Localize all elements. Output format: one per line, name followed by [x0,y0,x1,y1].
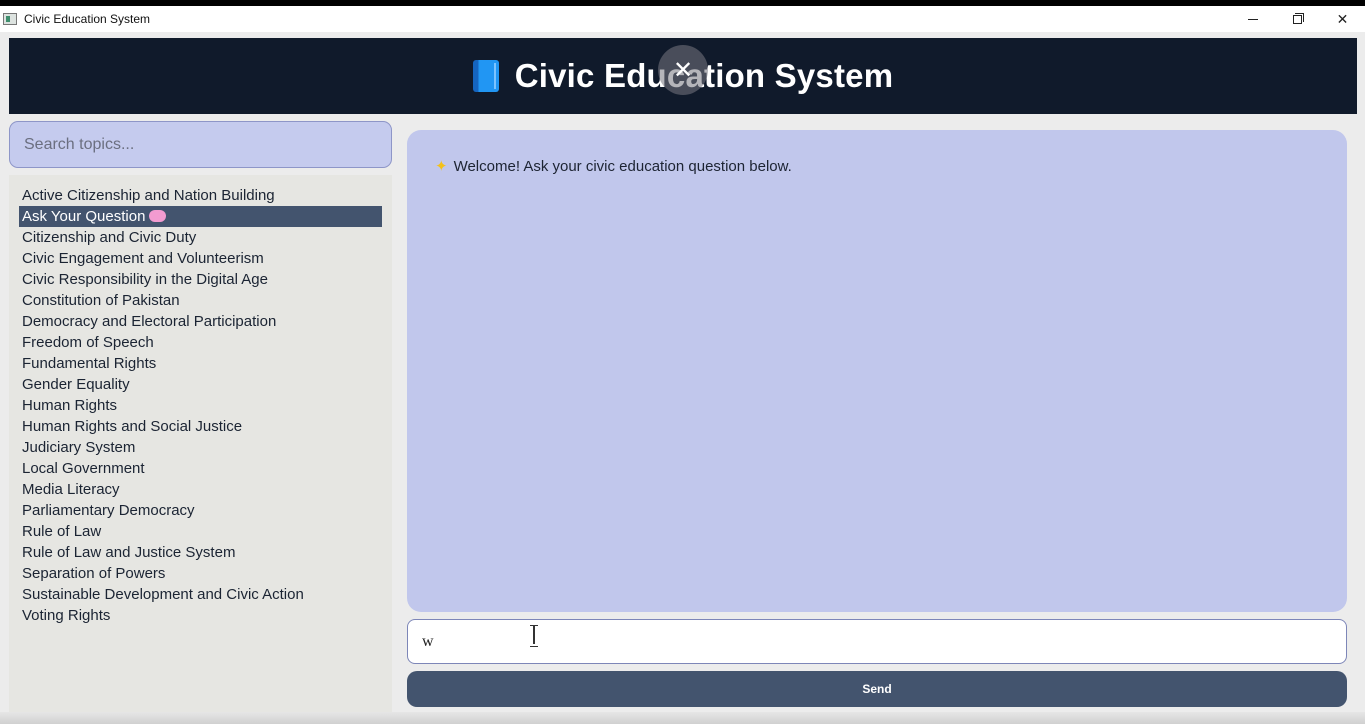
search-input[interactable] [9,121,392,168]
topic-item[interactable]: Rule of Law [19,521,382,542]
topic-label: Civic Responsibility in the Digital Age [22,271,268,288]
topic-item[interactable]: Citizenship and Civic Duty [19,227,382,248]
topic-item[interactable]: Civic Engagement and Volunteerism [19,248,382,269]
minimize-icon [1247,18,1258,20]
topic-label: Fundamental Rights [22,355,157,372]
topic-item[interactable]: Rule of Law and Justice System [19,542,382,563]
text-cursor-icon [529,625,539,647]
topic-item[interactable]: Fundamental Rights [19,353,382,374]
topic-item[interactable]: Human Rights [19,395,382,416]
welcome-text: Welcome! Ask your civic education questi… [453,157,792,175]
topic-label: Media Literacy [22,481,120,498]
topic-label: Rule of Law [22,523,102,540]
welcome-message: ✦ Welcome! Ask your civic education ques… [435,157,792,176]
window-bottom-edge [0,712,1365,724]
topic-label: Judiciary System [22,439,136,456]
topic-label: Human Rights and Social Justice [22,418,243,435]
topic-label: Local Government [22,460,145,477]
send-button[interactable]: Send [407,671,1347,707]
topic-label: Voting Rights [22,607,111,624]
topic-label: Ask Your Question [22,208,146,225]
topic-label: Gender Equality [22,376,130,393]
topic-label: Citizenship and Civic Duty [22,229,197,246]
window-controls: ✕ [1230,6,1365,32]
restore-icon [1293,12,1304,24]
topic-item[interactable]: Democracy and Electoral Participation [19,311,382,332]
topic-item[interactable]: Civic Responsibility in the Digital Age [19,269,382,290]
topic-item[interactable]: Human Rights and Social Justice [19,416,382,437]
topic-label: Separation of Powers [22,565,166,582]
brain-icon [149,210,167,223]
minimize-button[interactable] [1230,6,1275,32]
topic-label: Sustainable Development and Civic Action [22,586,304,603]
topic-item[interactable]: Sustainable Development and Civic Action [19,584,382,605]
close-window-button[interactable]: ✕ [1320,6,1365,32]
topic-label: Civic Engagement and Volunteerism [22,250,264,267]
topic-label: Human Rights [22,397,118,414]
topic-item[interactable]: Parliamentary Democracy [19,500,382,521]
window-title: Civic Education System [24,12,151,26]
topic-label: Parliamentary Democracy [22,502,195,519]
maximize-button[interactable] [1275,6,1320,32]
topic-item[interactable]: Gender Equality [19,374,382,395]
topic-label: Freedom of Speech [22,334,154,351]
topic-item[interactable]: Freedom of Speech [19,332,382,353]
topic-item[interactable]: Active Citizenship and Nation Building [19,185,382,206]
blue-book-icon [472,60,499,92]
app-icon [3,13,17,25]
topic-label: Rule of Law and Justice System [22,544,236,561]
sparkle-icon: ✦ [435,158,448,175]
topic-label: Democracy and Electoral Participation [22,313,277,330]
topic-list[interactable]: Active Citizenship and Nation Building As… [9,175,392,717]
question-input[interactable] [407,619,1347,664]
topic-item[interactable]: Judiciary System [19,437,382,458]
topic-label: Active Citizenship and Nation Building [22,187,275,204]
topic-item[interactable]: Voting Rights [19,605,382,626]
topic-label: Constitution of Pakistan [22,292,180,309]
topic-item[interactable]: Local Government [19,458,382,479]
topic-item[interactable]: Separation of Powers [19,563,382,584]
topic-item[interactable]: Constitution of Pakistan [19,290,382,311]
overlay-close-icon[interactable]: ✕ [658,45,708,95]
window-titlebar: Civic Education System ✕ [0,6,1365,32]
topic-item[interactable]: Ask Your Question [19,206,382,227]
topic-item[interactable]: Media Literacy [19,479,382,500]
chat-display: ✦ Welcome! Ask your civic education ques… [407,130,1347,612]
